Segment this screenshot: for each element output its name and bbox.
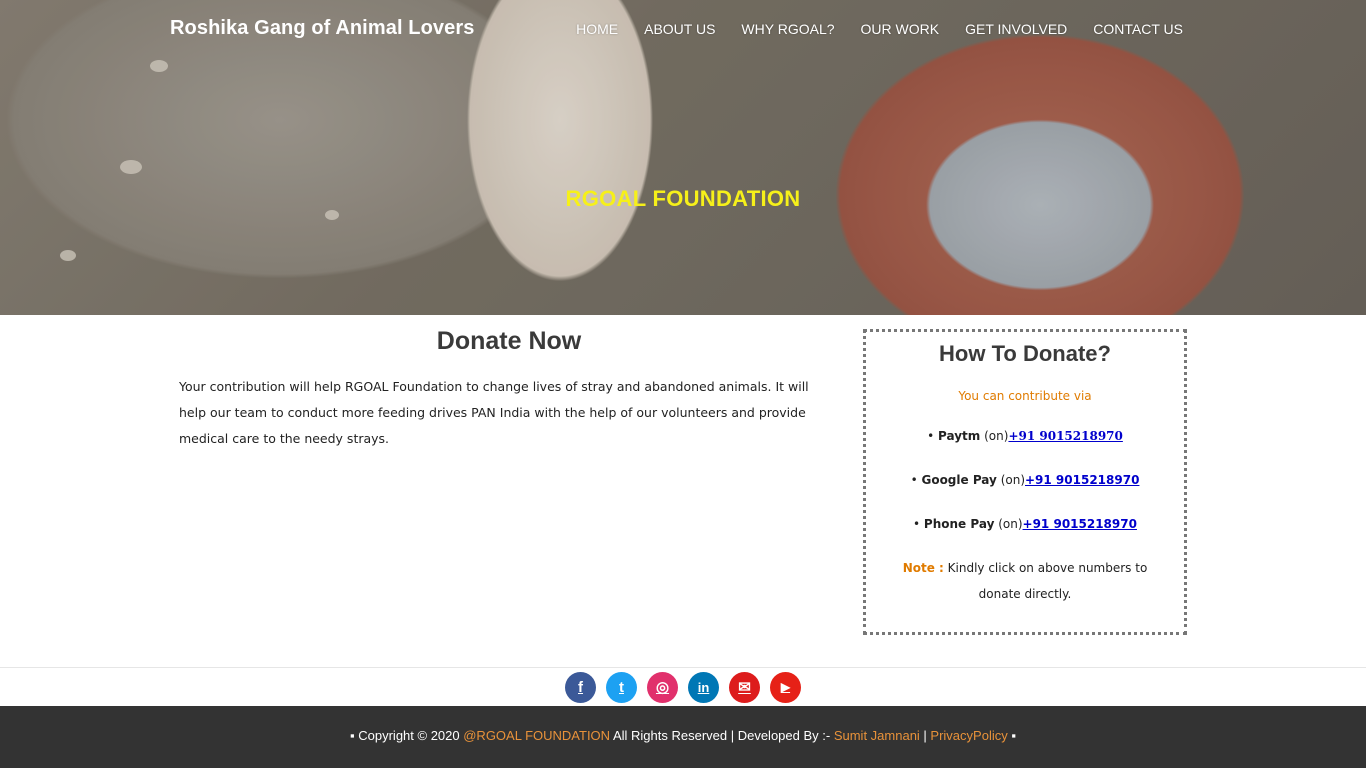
bullet: • — [910, 473, 918, 487]
instagram-icon[interactable]: ◎ — [647, 671, 678, 703]
privacy-policy-link[interactable]: PrivacyPolicy — [930, 728, 1007, 743]
payment-method-paytm: • Paytm (on)+91 9015218970 — [866, 429, 1184, 447]
donate-section: Donate Now Your contribution will help R… — [179, 327, 839, 452]
brand-logo-text[interactable]: Roshika Gang of Animal Lovers — [170, 17, 474, 40]
bullet: • — [913, 517, 921, 531]
nav-our-work[interactable]: OUR WORK — [861, 20, 940, 38]
copyright-prefix: ▪ Copyright © 2020 — [350, 728, 464, 743]
twitter-icon[interactable]: t — [606, 671, 637, 703]
contribute-via-text: You can contribute via — [958, 389, 1092, 403]
hero-overlay — [0, 0, 1366, 315]
how-to-donate-box: How To Donate? You can contribute via • … — [863, 329, 1187, 635]
nav-why-rgoal[interactable]: WHY RGOAL? — [741, 20, 834, 38]
bullet: • — [927, 429, 935, 443]
rights-text: All Rights Reserved | Developed By :- — [610, 728, 834, 743]
nav-contact-us[interactable]: CONTACT US — [1093, 20, 1183, 38]
hero-pebble — [120, 160, 142, 174]
payment-method-name: Paytm — [938, 429, 981, 443]
hero-title: RGOAL FOUNDATION — [565, 186, 801, 211]
site-footer: ▪ Copyright © 2020 @RGOAL FOUNDATION All… — [0, 706, 1366, 768]
linkedin-icon[interactable]: in — [688, 671, 719, 703]
payment-on-label: (on) — [1000, 473, 1025, 487]
payment-method-phone-pay: • Phone Pay (on)+91 9015218970 — [866, 517, 1184, 535]
payment-method-google-pay: • Google Pay (on)+91 9015218970 — [866, 473, 1184, 491]
main-nav: HOME ABOUT US WHY RGOAL? OUR WORK GET IN… — [550, 20, 1183, 38]
payment-on-label: (on) — [984, 429, 1009, 443]
phone-pay-number-link[interactable]: +91 9015218970 — [1023, 517, 1137, 531]
payment-method-name: Google Pay — [921, 473, 997, 487]
how-to-donate-title: How To Donate? — [939, 341, 1111, 366]
nav-home[interactable]: HOME — [576, 20, 618, 38]
footer-separator: | — [919, 728, 931, 743]
nav-get-involved[interactable]: GET INVOLVED — [965, 20, 1067, 38]
social-links: f t ◎ in ✉ ▶ — [0, 667, 1366, 706]
donate-title: Donate Now — [436, 327, 582, 355]
donate-note: Note : Kindly click on above numbers to … — [866, 555, 1184, 607]
paytm-number-link[interactable]: +91 9015218970 — [1008, 429, 1122, 443]
hero-pebble — [60, 250, 76, 261]
note-label: Note : — [902, 561, 944, 575]
hero-pebble — [150, 60, 168, 72]
donate-description: Your contribution will help RGOAL Founda… — [179, 379, 809, 446]
nav-about-us[interactable]: ABOUT US — [644, 20, 715, 38]
org-link[interactable]: @RGOAL FOUNDATION — [463, 728, 610, 743]
developer-link[interactable]: Sumit Jamnani — [834, 728, 920, 743]
hero-banner: Roshika Gang of Animal Lovers HOME ABOUT… — [0, 0, 1366, 315]
note-text: Kindly click on above numbers to donate … — [943, 561, 1148, 601]
payment-method-name: Phone Pay — [923, 517, 995, 531]
payment-on-label: (on) — [998, 517, 1023, 531]
email-icon[interactable]: ✉ — [729, 671, 760, 703]
copyright-suffix: ▪ — [1007, 728, 1016, 743]
google-pay-number-link[interactable]: +91 9015218970 — [1025, 473, 1139, 487]
facebook-icon[interactable]: f — [565, 671, 596, 703]
youtube-icon[interactable]: ▶ — [770, 671, 801, 703]
